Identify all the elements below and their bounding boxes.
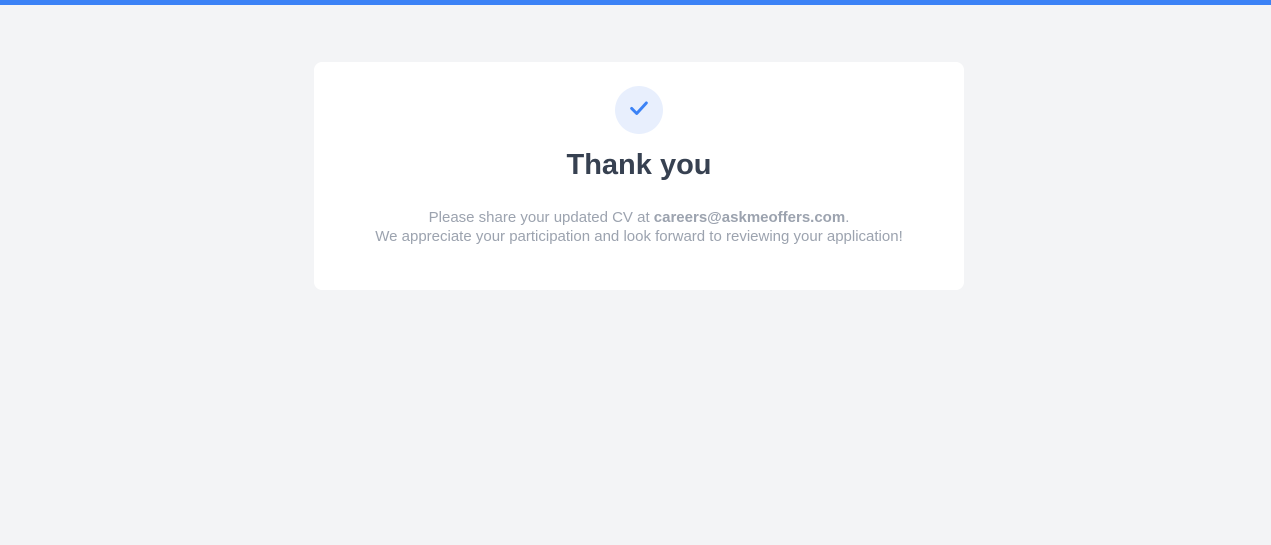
message-line-1-prefix: Please share your updated CV at <box>428 209 654 226</box>
message-line-2: We appreciate your participation and loo… <box>375 228 903 245</box>
confirmation-card: Thank you Please share your updated CV a… <box>314 62 964 290</box>
checkmark-icon <box>628 97 650 124</box>
message-line-1-suffix: . <box>845 209 850 226</box>
confirmation-message: Please share your updated CV at careers@… <box>314 208 964 246</box>
page-title: Thank you <box>566 149 712 181</box>
message-line-1: Please share your updated CV at careers@… <box>314 208 964 227</box>
success-badge <box>615 86 663 134</box>
top-accent-bar <box>0 0 1271 5</box>
careers-email: careers@askmeoffers.com <box>653 209 846 226</box>
